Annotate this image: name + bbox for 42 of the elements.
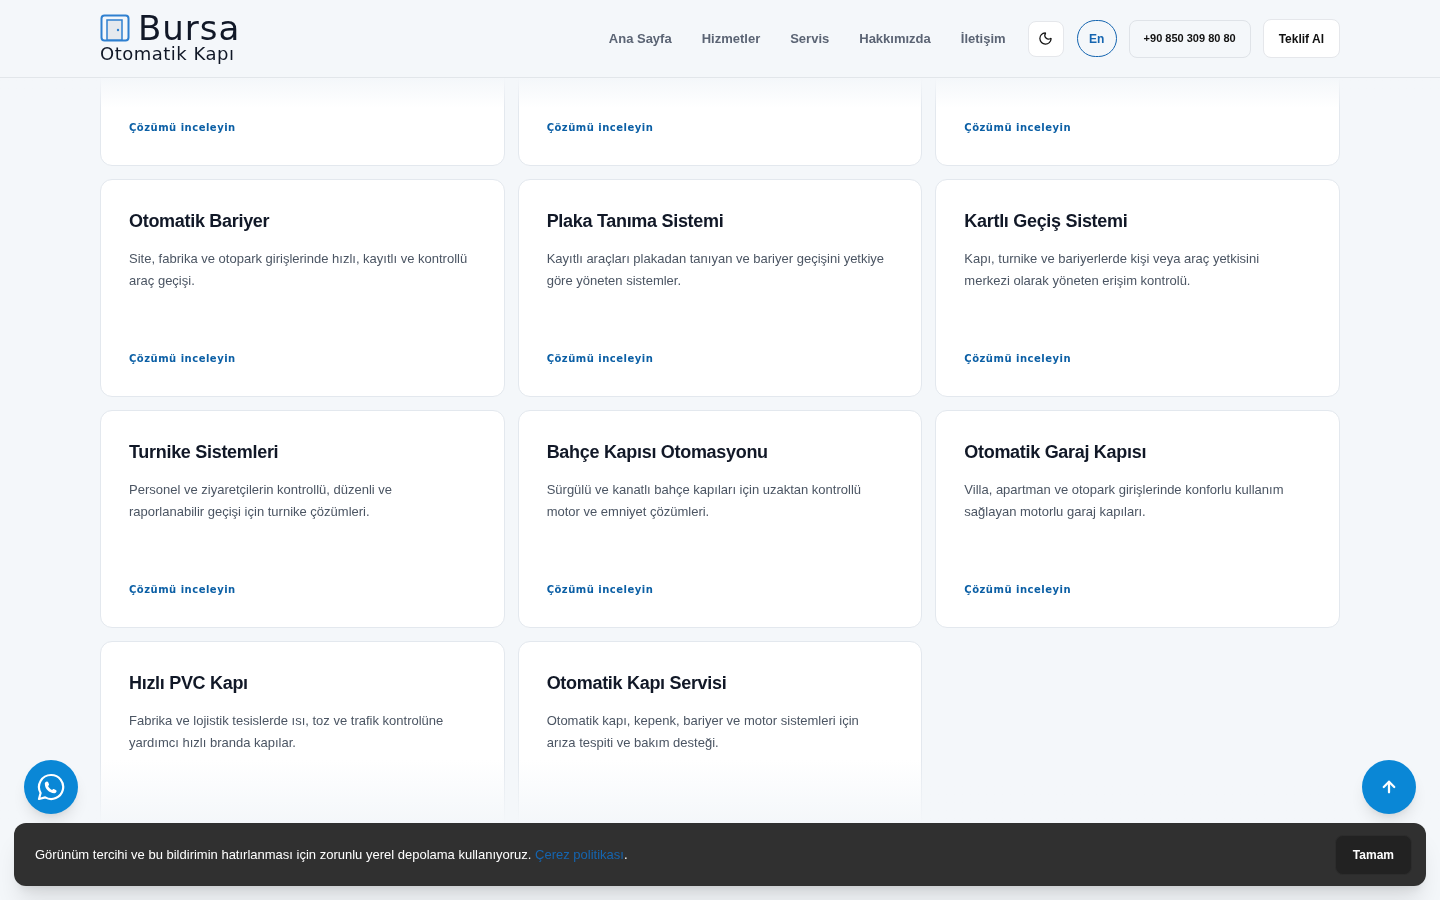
card-description: Personel ve ziyaretçilerin kontrollü, düzenli ve raporlanabilir geçişi için turnike çözümleri. <box>129 481 393 521</box>
card-description: Fabrika ve lojistik tesislerde ısı, toz ve trafik kontrolüne yardımcı hızlı branda kapılar. <box>129 712 445 752</box>
door-icon <box>100 13 130 42</box>
whatsapp-button[interactable] <box>24 760 78 814</box>
logo-subtitle: Otomatik Kapı <box>100 42 236 65</box>
card-description: Otomatik kapı, kepenk, bariyer ve motor sistemleri için arıza tespiti ve bakım desteği. <box>546 712 860 752</box>
card-title: Otomatik Kapı Servisi <box>546 672 728 694</box>
card-description: Sürgülü ve kanatlı bahçe kapıları için uzaktan kontrollü motor ve emniyet çözümleri. <box>546 481 862 521</box>
card-link[interactable]: Çözümü inceleyin <box>964 120 1072 135</box>
card-title: Bahçe Kapısı Otomasyonu <box>546 441 769 463</box>
card-link[interactable]: Çözümü inceleyin <box>546 351 654 366</box>
card-link[interactable]: Çözümü inceleyin <box>129 351 236 366</box>
card-description: Site, fabrika ve otopark girişlerinde hızlı, kayıtlı ve kontrollü araç geçişi. <box>129 250 469 290</box>
cookie-message: Görünüm tercihi ve bu bildirimin hatırlanması için zorunlu yerel depolama kullanıyoruz. Çerez politikası. <box>35 845 628 864</box>
card-description: Villa, apartman ve otopark girişlerinde konforlu kullanım sağlayan motorlu garaj kapıları. <box>964 481 1285 521</box>
nav-link[interactable]: Servis <box>790 28 830 49</box>
card-link[interactable]: Çözümü inceleyin <box>546 582 654 597</box>
nav-link[interactable]: İletişim <box>960 28 1006 49</box>
nav-link[interactable]: Hizmetler <box>701 28 761 49</box>
nav-link[interactable]: Hakkımızda <box>859 28 931 49</box>
chat-phone-icon <box>36 772 66 802</box>
card-title: Otomatik Garaj Kapısı <box>964 441 1148 463</box>
card-link[interactable]: Çözümü inceleyin <box>129 120 236 135</box>
dark-mode-toggle[interactable] <box>1027 20 1064 57</box>
accept-button[interactable]: Tamam <box>1334 834 1412 875</box>
logo-title: Bursa <box>138 12 241 43</box>
card-title: Plaka Tanıma Sistemi <box>546 210 725 232</box>
quote-button[interactable]: Teklif Al <box>1262 19 1340 58</box>
nav-link[interactable]: Ana Sayfa <box>608 28 672 49</box>
card-link[interactable]: Çözümü inceleyin <box>129 582 236 597</box>
card-link[interactable]: Çözümü inceleyin <box>546 120 654 135</box>
card-title: Hızlı PVC Kapı <box>129 672 249 694</box>
scroll-top-button[interactable] <box>1362 760 1416 814</box>
moon-icon <box>1038 31 1054 46</box>
card-description: Kapı, turnike ve bariyerlerde kişi veya araç yetkisini merkezi olarak yöneten erişim kontrolü. <box>964 250 1261 290</box>
card-link[interactable]: Çözümü inceleyin <box>964 582 1072 597</box>
phone-button[interactable]: +90 850 309 80 80 <box>1128 19 1251 58</box>
card-link[interactable]: Çözümü inceleyin <box>964 351 1072 366</box>
card-title: Otomatik Bariyer <box>129 210 271 232</box>
card-title: Turnike Sistemleri <box>129 441 280 463</box>
card-title: Kartlı Geçiş Sistemi <box>964 210 1129 232</box>
card-description: Kayıtlı araçları plakadan tanıyan ve bariyer geçişini yetkiye göre yöneten sistemler. <box>546 250 886 290</box>
